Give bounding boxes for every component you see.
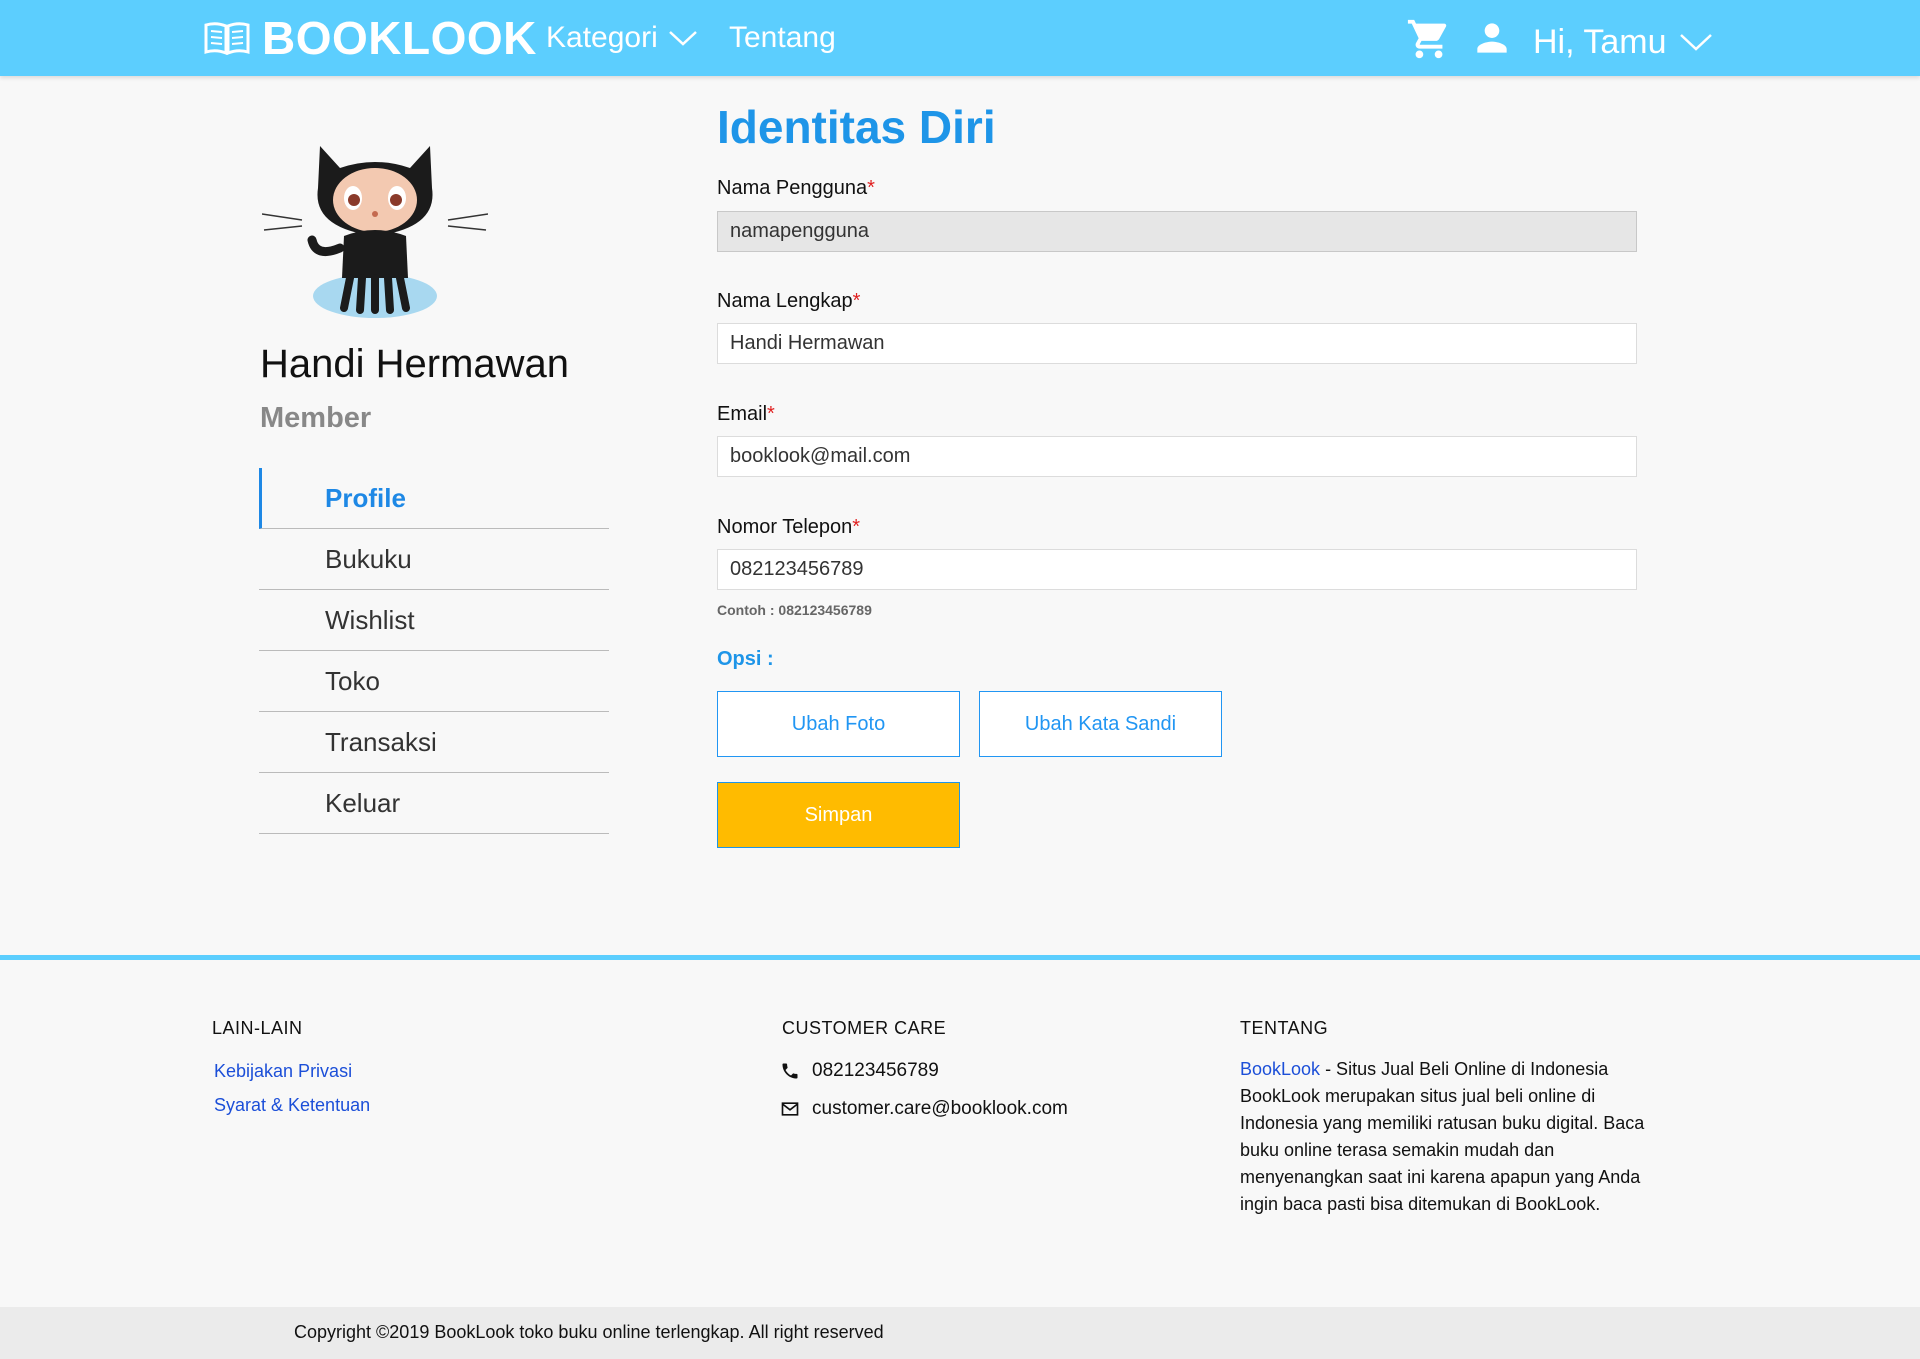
email-field[interactable]: [717, 436, 1637, 477]
copyright-text: Copyright ©2019 BookLook toko buku onlin…: [294, 1322, 884, 1342]
terms-link[interactable]: Syarat & Ketentuan: [214, 1095, 370, 1116]
cart-icon[interactable]: [1406, 16, 1452, 62]
footer-heading-tentang: TENTANG: [1240, 1018, 1329, 1038]
copyright-bar: [0, 1307, 1920, 1359]
phone-field[interactable]: [717, 549, 1637, 590]
fullname-label: Nama Lengkap*: [717, 290, 861, 312]
chevron-down-icon: [668, 31, 697, 46]
care-phone: 082123456789: [780, 1058, 939, 1084]
email-label: Email*: [717, 403, 775, 425]
chevron-down-icon: [1679, 34, 1712, 51]
about-text: BookLook - Situs Jual Beli Online di Ind…: [1240, 1056, 1650, 1218]
phone-label: Nomor Telepon*: [717, 516, 861, 538]
nav-kategori-label: Kategori: [546, 21, 658, 54]
nav-tentang[interactable]: Tentang: [729, 18, 836, 58]
menu-item-bukuku[interactable]: Bukuku: [259, 529, 609, 590]
menu-item-wishlist[interactable]: Wishlist: [259, 590, 609, 651]
care-phone-text: 082123456789: [812, 1060, 939, 1081]
about-brand-link[interactable]: BookLook: [1240, 1059, 1320, 1079]
fullname-field[interactable]: [717, 323, 1637, 364]
care-email-text: customer.care@booklook.com: [812, 1098, 1068, 1119]
privacy-link[interactable]: Kebijakan Privasi: [214, 1061, 352, 1082]
brand-name: BOOKLOOK: [262, 12, 537, 64]
care-email: customer.care@booklook.com: [780, 1096, 1068, 1122]
menu-item-transaksi[interactable]: Transaksi: [259, 712, 609, 773]
nav-kategori[interactable]: Kategori: [546, 18, 698, 58]
change-photo-button[interactable]: Ubah Foto: [717, 691, 960, 757]
book-icon: [204, 22, 250, 55]
mail-icon: [781, 1102, 799, 1116]
change-password-button[interactable]: Ubah Kata Sandi: [979, 691, 1222, 757]
menu-item-keluar[interactable]: Keluar: [259, 773, 609, 834]
menu-item-toko[interactable]: Toko: [259, 651, 609, 712]
footer-heading-lain: LAIN-LAIN: [212, 1018, 303, 1038]
avatar: [262, 146, 488, 318]
about-body: - Situs Jual Beli Online di Indonesia Bo…: [1240, 1059, 1645, 1214]
phone-hint: Contoh : 082123456789: [717, 602, 872, 618]
phone-icon: [782, 1063, 798, 1079]
footer-divider: [0, 955, 1920, 960]
username-label: Nama Pengguna*: [717, 177, 875, 199]
username-field: [717, 211, 1637, 252]
navbar: BOOKLOOK Kategori Tentang Hi, Tamu: [0, 0, 1920, 76]
footer-heading-care: CUSTOMER CARE: [782, 1018, 947, 1038]
greeting-text: Hi, Tamu: [1533, 22, 1667, 61]
profile-role: Member: [260, 402, 372, 434]
save-button[interactable]: Simpan: [717, 782, 960, 848]
user-icon[interactable]: [1470, 16, 1514, 60]
user-menu[interactable]: Hi, Tamu: [1533, 20, 1713, 64]
brand-logo[interactable]: BOOKLOOK: [204, 12, 537, 64]
form-title: Identitas Diri: [717, 101, 996, 153]
options-label: Opsi :: [717, 648, 774, 670]
menu-item-profile[interactable]: Profile: [259, 468, 609, 529]
profile-menu: Profile Bukuku Wishlist Toko Transaksi K…: [259, 468, 609, 834]
profile-name: Handi Hermawan: [260, 342, 570, 386]
